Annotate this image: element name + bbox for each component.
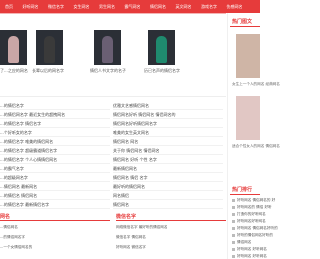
thumbnail-figure (102, 36, 113, 63)
rank-bullet-icon (232, 219, 235, 223)
rank-bullet-icon (232, 198, 235, 202)
list-divider (113, 208, 223, 209)
thumbnail[interactable] (36, 30, 63, 65)
list-divider (0, 208, 110, 209)
rank-item-label: 好听网名 情侣网名的 好 (237, 198, 276, 202)
sidebar-underline (230, 194, 260, 195)
rank-bullet-icon (232, 205, 235, 209)
rank-item-label: 好听网名 情侣网名好听的 (237, 226, 278, 230)
nav-item-0[interactable]: 首页 (5, 0, 13, 13)
rank-item-label: 好听的情侣网名好听的 (237, 233, 273, 237)
name-list: ...的情侣名字 ...的情侣网名字 最近女生的超拽网名 ...的情侣名字 情侣名字… (0, 96, 226, 209)
thumbnail-figure (156, 36, 167, 63)
thumbnail-caption[interactable]: 历已名声的情侣名字 (144, 68, 180, 74)
sidebar-title-rank: 热门排行 (232, 187, 253, 193)
rank-bullet-icon (232, 233, 235, 237)
sidebar-divider (227, 13, 228, 259)
rank-item-label: 好听网名的 情侣 好听 (237, 205, 272, 209)
list-divider (113, 190, 223, 191)
top-navigation-bar: 首页 好听网名 微信名字 女生网名 男生网名 霸气网名 情侣网名 英文网名 游戏名字 伤感网名 (0, 0, 260, 13)
rank-item[interactable]: 好听网名 好听网名 (232, 252, 267, 259)
nav-item-3[interactable]: 女生网名 (74, 0, 90, 13)
list-divider (113, 199, 223, 200)
nav-item-6[interactable]: 情侣网名 (150, 0, 166, 13)
section-item[interactable]: ...一个女情侣网名的 (0, 243, 32, 252)
thumbnail[interactable] (94, 30, 121, 65)
rank-bullet-icon (232, 247, 235, 251)
thumbnail-figure (44, 36, 55, 63)
section-underline (0, 220, 110, 221)
thumbnail-caption[interactable]: 了...之应的网名 (0, 68, 28, 74)
nav-item-9[interactable]: 伤感网名 (227, 0, 243, 13)
rank-bullet-icon (232, 240, 235, 244)
section-title-right: 微信名字 (116, 214, 137, 220)
rank-item-label: 好听网名好听网名 (237, 219, 266, 223)
thumbnail[interactable] (0, 30, 27, 65)
nav-item-5[interactable]: 霸气网名 (125, 0, 141, 13)
rank-bullet-icon (232, 254, 235, 258)
thumbnail[interactable] (148, 30, 175, 65)
section-underline (116, 220, 226, 221)
sidebar-hot-caption[interactable]: 女生上一个人的网名 经典网名 (232, 82, 280, 87)
thumbnail-row: 了...之应的网名 长辈以后的网名字 情侣人书文字的名子 历已名声的情侣名字 (0, 30, 226, 80)
rank-item-label: 情侣网名 (237, 240, 252, 244)
section-title-left: 网名 (0, 214, 11, 220)
section-item[interactable]: 微信名字 情侣网名 (116, 233, 146, 242)
rank-item-label: 好听网名 好听网名 (237, 254, 267, 258)
section-item[interactable]: 网络微信名字 最好听的情侣网名 (116, 223, 167, 232)
sidebar-hot-image[interactable] (236, 34, 260, 78)
sidebar-underline (230, 26, 260, 27)
thumbnail-caption[interactable]: 情侣人书文字的名子 (90, 68, 126, 74)
sidebar-title-hot: 热门图文 (232, 19, 253, 25)
nav-item-4[interactable]: 男生网名 (99, 0, 115, 13)
thumbnail-figure (8, 36, 19, 63)
rank-item-label: 好听网名 好听网名 (237, 247, 267, 251)
header-divider (0, 13, 226, 14)
section-item[interactable]: ...情侣网名 (0, 223, 18, 232)
rank-bullet-icon (232, 226, 235, 230)
sidebar-hot-image[interactable] (236, 96, 260, 140)
section-item[interactable]: 好听网名 微信名字 (116, 243, 146, 252)
sidebar-hot-caption[interactable]: 适合个性女人的网名 情侣网名 (232, 144, 280, 149)
section-item[interactable]: ...的情侣网名字 (0, 233, 25, 242)
rank-bullet-icon (232, 212, 235, 216)
nav-item-7[interactable]: 英文网名 (176, 0, 192, 13)
main-nav: 首页 好听网名 微信名字 女生网名 男生网名 霸气网名 情侣网名 英文网名 游戏名字 伤感网名 (0, 0, 252, 13)
nav-item-2[interactable]: 微信名字 (48, 0, 64, 13)
thumbnail-caption[interactable]: 长辈以后的网名字 (32, 68, 64, 74)
rank-item-label: 打造你的好听网名 (237, 212, 266, 216)
nav-item-8[interactable]: 游戏名字 (201, 0, 217, 13)
nav-item-1[interactable]: 好听网名 (23, 0, 39, 13)
